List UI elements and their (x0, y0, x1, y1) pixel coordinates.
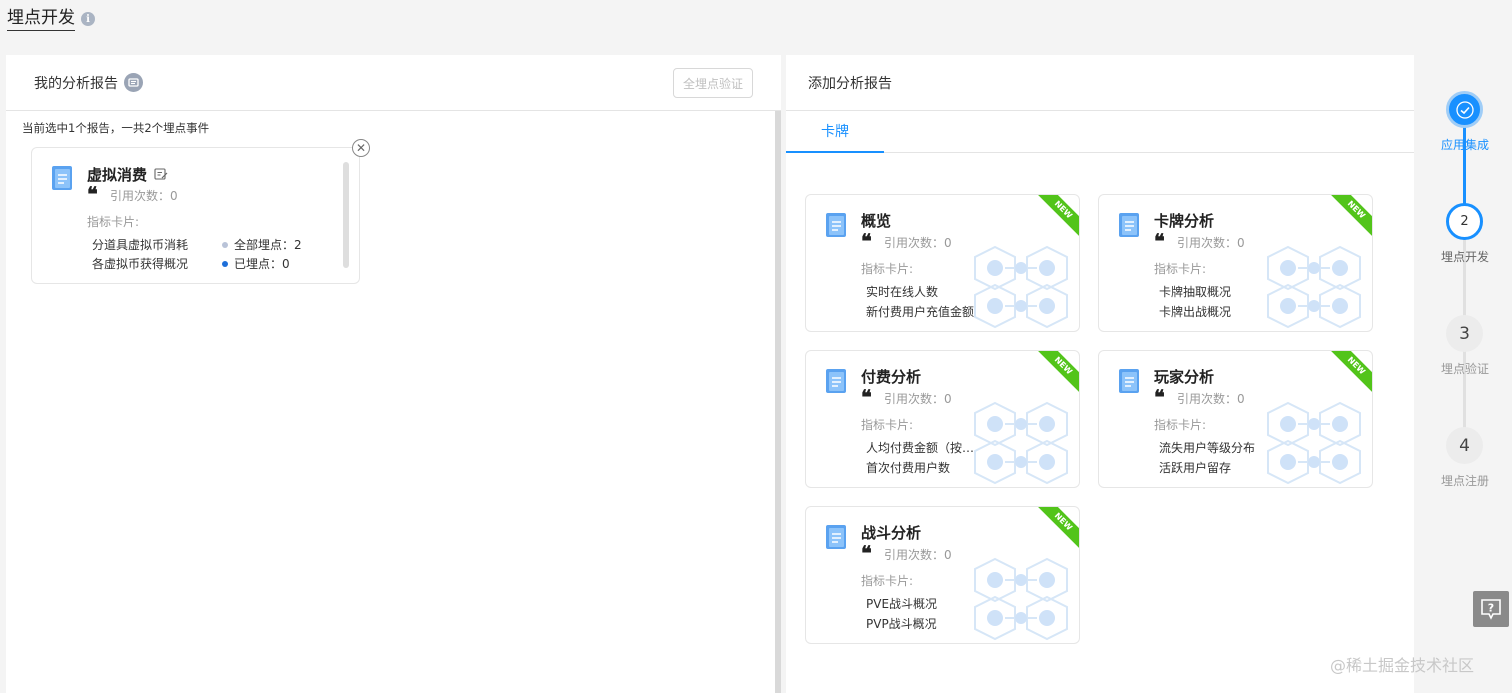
ref-count: 引用次数：0 (884, 548, 952, 562)
metric-item: 分道具虚拟币消耗 (92, 238, 189, 252)
tab-card[interactable]: 卡牌 (786, 111, 884, 153)
metric-item: 卡牌出战概况 (1159, 305, 1232, 319)
new-badge: NEW (1325, 351, 1372, 397)
new-badge: NEW (1032, 351, 1079, 397)
add-report-panel: 添加分析报告 卡牌 NEW 概览 ❝ 引用次数：0 指标卡片: 实时在线人数 新… (786, 55, 1414, 693)
watermark-pattern-icon (974, 245, 1068, 329)
page-title: 埋点开发 (7, 7, 75, 31)
my-reports-header: 我的分析报告 全埋点验证 (6, 55, 781, 111)
watermark-pattern-icon (1267, 245, 1361, 329)
quote-icon: ❝ (861, 541, 872, 565)
metric-label: 指标卡片: (861, 574, 914, 588)
close-icon[interactable]: ✕ (352, 139, 370, 157)
my-report-card[interactable]: 虚拟消费 ❝ 引用次数：0 指标卡片: 分道具虚拟币消耗 各虚拟币获得概况 全部… (31, 147, 360, 284)
metric-label: 指标卡片: (861, 418, 914, 432)
step-label: 应用集成 (1440, 138, 1489, 152)
legend-label: 全部埋点：2 (234, 238, 302, 252)
metric-label: 指标卡片: (1154, 418, 1207, 432)
add-report-title: 添加分析报告 (808, 75, 892, 92)
document-icon (826, 369, 846, 393)
metric-item: PVP战斗概况 (866, 617, 937, 631)
metric-item: 各虚拟币获得概况 (92, 257, 189, 271)
report-card-name: 战斗分析 (861, 524, 922, 542)
quote-icon: ❝ (861, 385, 872, 409)
report-card-name: 付费分析 (861, 368, 922, 386)
document-icon (1119, 213, 1139, 237)
ref-count: 引用次数：0 (884, 236, 952, 250)
metric-item: 人均付费金额（按… (866, 441, 975, 455)
report-card[interactable]: NEW 卡牌分析 ❝ 引用次数：0 指标卡片: 卡牌抽取概况 卡牌出战概况 (1098, 194, 1373, 332)
add-report-header: 添加分析报告 (786, 55, 1414, 111)
step-tracking-verify[interactable]: 3 (1446, 315, 1483, 352)
metric-label: 指标卡片: (87, 215, 140, 229)
report-card[interactable]: NEW 战斗分析 ❝ 引用次数：0 指标卡片: PVE战斗概况 PVP战斗概况 (805, 506, 1080, 644)
ref-count: 引用次数：0 (884, 392, 952, 406)
step-label: 埋点验证 (1440, 362, 1489, 376)
metric-item: PVE战斗概况 (866, 597, 938, 611)
step-tracking-register[interactable]: 4 (1446, 427, 1483, 464)
watermark-pattern-icon (1267, 401, 1361, 485)
step-app-integration[interactable] (1446, 91, 1483, 128)
new-badge: NEW (1032, 195, 1079, 241)
check-icon (1455, 100, 1474, 119)
watermark-pattern-icon (974, 401, 1068, 485)
step-tracking-dev[interactable]: 2 (1446, 203, 1483, 240)
quote-icon: ❝ (1154, 385, 1165, 409)
watermark-pattern-icon (974, 557, 1068, 641)
document-icon (1119, 369, 1139, 393)
quote-icon: ❝ (1154, 229, 1165, 253)
metric-item: 流失用户等级分布 (1159, 441, 1256, 455)
legend-all-tracking: 全部埋点：2 (222, 236, 302, 253)
full-tracking-verify-button[interactable]: 全埋点验证 (673, 68, 753, 98)
legend-dot (222, 241, 228, 248)
metric-item: 实时在线人数 (866, 285, 939, 299)
quote-icon: ❝ (861, 229, 872, 253)
new-badge: NEW (1325, 195, 1372, 241)
card-scrollbar[interactable] (343, 162, 349, 268)
svg-text:?: ? (1488, 602, 1494, 615)
tab-bar: 卡牌 (786, 111, 1414, 153)
metric-item: 卡牌抽取概况 (1159, 285, 1232, 299)
help-button[interactable]: ? (1473, 591, 1509, 627)
ref-count: 引用次数：0 (1177, 392, 1245, 406)
report-card[interactable]: NEW 概览 ❝ 引用次数：0 指标卡片: 实时在线人数 新付费用户充值金额 (805, 194, 1080, 332)
my-reports-title: 我的分析报告 (34, 75, 118, 92)
report-card-name: 玩家分析 (1154, 368, 1215, 386)
document-icon (826, 213, 846, 237)
report-list-icon[interactable] (124, 73, 143, 92)
ref-count: 引用次数：0 (1177, 236, 1245, 250)
info-icon[interactable]: i (81, 12, 95, 26)
metric-label: 指标卡片: (861, 262, 914, 276)
legend-tracked: 已埋点：0 (222, 255, 290, 272)
step-label: 埋点注册 (1440, 474, 1489, 488)
legend-dot (222, 260, 228, 267)
report-card[interactable]: NEW 付费分析 ❝ 引用次数：0 指标卡片: 人均付费金额（按… 首次付费用户… (805, 350, 1080, 488)
left-scrollbar[interactable] (775, 111, 781, 693)
metric-item: 首次付费用户数 (866, 461, 951, 475)
step-label: 埋点开发 (1440, 250, 1489, 264)
document-icon (826, 525, 846, 549)
report-card-name: 概览 (861, 212, 892, 230)
metric-label: 指标卡片: (1154, 262, 1207, 276)
legend-label: 已埋点：0 (234, 257, 290, 271)
help-icon: ? (1481, 599, 1501, 620)
metric-item: 活跃用户留存 (1159, 461, 1232, 475)
edit-icon[interactable] (154, 167, 168, 181)
quote-icon: ❝ (87, 182, 98, 206)
new-badge: NEW (1032, 507, 1079, 553)
my-reports-panel: 我的分析报告 全埋点验证 当前选中1个报告，一共2个埋点事件 虚拟消费 ❝ 引用… (6, 55, 781, 693)
progress-stepper: 应用集成 2 埋点开发 3 埋点验证 4 埋点注册 (1420, 90, 1512, 500)
selected-info: 当前选中1个报告，一共2个埋点事件 (22, 121, 210, 135)
metric-item: 新付费用户充值金额 (866, 305, 975, 319)
page-header: 埋点开发 i (7, 6, 95, 32)
footer-watermark: @稀土掘金技术社区 (1330, 656, 1475, 675)
ref-count: 引用次数：0 (110, 189, 178, 203)
document-icon (52, 166, 72, 190)
report-card[interactable]: NEW 玩家分析 ❝ 引用次数：0 指标卡片: 流失用户等级分布 活跃用户留存 (1098, 350, 1373, 488)
report-card-name: 卡牌分析 (1154, 212, 1215, 230)
